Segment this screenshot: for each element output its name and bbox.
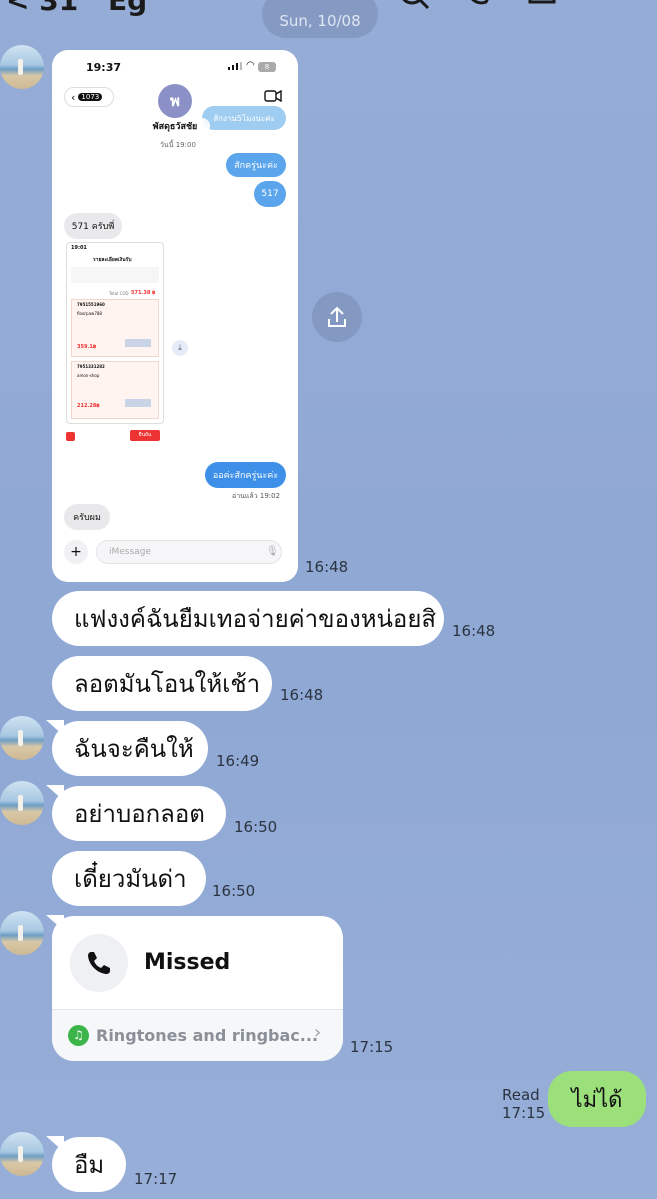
message-bubble[interactable]: ลอตมันโอนให้เช้า [52, 656, 272, 711]
avatar[interactable] [0, 1132, 44, 1176]
inner-today-label: วันนี้ 19:00 [160, 141, 196, 149]
message-bubble[interactable]: เดี๋ยวมันด่า [52, 851, 206, 906]
nested-screenshot: 19:01 รายละเอียดเงินรับ Total COD 571.38… [66, 242, 164, 424]
message-time: 16:48 [305, 558, 349, 576]
search-icon[interactable] [398, 0, 432, 16]
plus-icon: + [64, 540, 88, 564]
message-bubble[interactable]: ฉันจะคืนให้ [52, 721, 208, 776]
date-separator: Sun, 10/08 [262, 0, 378, 38]
status-time: 19:37 [86, 61, 122, 74]
video-call-icon [264, 90, 282, 102]
chevron-left-icon: ‹ [71, 90, 76, 104]
mic-icon: 🎙 [266, 546, 279, 557]
missed-call-card[interactable]: Missed ♫ Ringtones and ringbac... › [52, 916, 343, 1061]
ringtone-label: Ringtones and ringbac... [96, 1026, 319, 1045]
inner-read-meta: อ่านแล้ว 19:02 [232, 492, 281, 500]
chevron-left-icon: < [6, 0, 30, 17]
inner-msg-out: 517 [254, 181, 286, 207]
message-time: 16:49 [216, 752, 260, 770]
message-time: 17:15 [502, 1104, 546, 1122]
ringtone-link[interactable]: ♫ Ringtones and ringbac... › [52, 1010, 343, 1061]
message-time: 16:48 [280, 686, 324, 704]
share-button[interactable] [312, 292, 362, 342]
message-time: 16:48 [452, 622, 496, 640]
avatar[interactable] [0, 911, 44, 955]
battery-indicator: 8 [258, 62, 276, 72]
inner-contact-avatar: พ [158, 84, 192, 118]
chat-name: Eg [107, 0, 148, 17]
save-icon: ⤓ [172, 340, 188, 356]
message-bubble[interactable]: แฟงงค์ฉันยืมเทอจ่ายค่าของหน่อยสิ [52, 591, 444, 646]
inner-bubble-partial: ลักงาน5โมงนะค่ะ [202, 106, 286, 130]
music-note-icon: ♫ [68, 1025, 89, 1046]
message-time: 17:15 [350, 1038, 394, 1056]
avatar[interactable] [0, 45, 44, 89]
phone-icon-wrap [70, 934, 128, 992]
inner-msg-out: สักครู่นะค่ะ [226, 153, 286, 177]
message-bubble[interactable]: อืม [52, 1137, 126, 1192]
menu-icon[interactable] [592, 0, 626, 16]
image-message[interactable]: 19:37 ◠ 8 ‹ 1073 พ ลักงาน5โมงนะค่ะ พัสดุ… [52, 50, 298, 582]
sent-message-bubble[interactable]: ไม่ได้ [548, 1071, 646, 1127]
phone-icon[interactable] [462, 0, 496, 16]
chevron-right-icon: › [314, 1022, 322, 1043]
phone-icon [88, 952, 110, 974]
inner-contact-name: พัสดุธวัสชัย [140, 118, 210, 134]
call-status: Missed [144, 950, 231, 975]
wifi-icon: ◠ [246, 60, 255, 71]
unread-count: 31 [39, 0, 79, 17]
avatar[interactable] [0, 716, 44, 760]
inner-msg-out: ออค่ะสักครู่นะค่ะ [205, 462, 286, 488]
message-time: 16:50 [212, 882, 256, 900]
signal-icon [228, 62, 242, 70]
read-receipt: Read [502, 1086, 540, 1104]
inner-msg-in: 571 ครับพี่ [64, 213, 122, 239]
inner-msg-in: ครับผม [64, 504, 110, 530]
message-time: 17:17 [134, 1170, 178, 1188]
inner-back-button: ‹ 1073 [64, 87, 114, 107]
back-button[interactable]: < 31 Eg [6, 0, 147, 17]
share-icon [328, 306, 346, 327]
inner-message-input: iMessage [96, 540, 282, 564]
message-time: 16:50 [234, 818, 278, 836]
avatar[interactable] [0, 781, 44, 825]
note-icon[interactable] [526, 0, 560, 16]
message-bubble[interactable]: อย่าบอกลอต [52, 786, 226, 841]
